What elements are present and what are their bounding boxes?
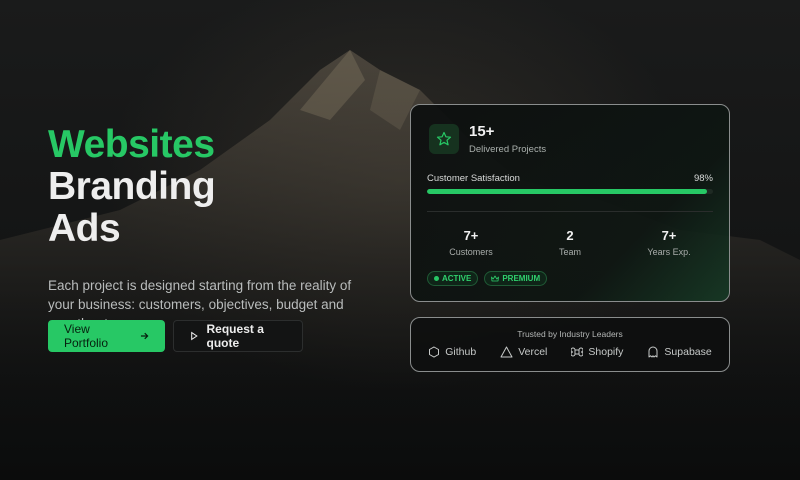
logo-label: Shopify	[588, 346, 624, 358]
hero-headline: Websites Branding Ads	[48, 124, 388, 250]
stat-years: 7+ Years Exp.	[629, 228, 709, 257]
triangle-icon	[500, 346, 513, 358]
logo-label: Vercel	[518, 346, 548, 358]
hexagon-icon	[429, 346, 440, 358]
command-icon	[571, 347, 584, 357]
view-portfolio-button[interactable]: View Portfolio	[48, 320, 165, 352]
satisfaction-row: Customer Satisfaction 98%	[427, 173, 713, 184]
stat-team: 2 Team	[530, 228, 610, 257]
hero-section: Websites Branding Ads Each project is de…	[48, 124, 388, 333]
play-icon	[191, 331, 198, 341]
request-quote-label: Request a quote	[206, 322, 264, 350]
stat-value: 7+	[463, 228, 479, 243]
satisfaction-bar-fill	[427, 189, 708, 194]
projects-label: Delivered Projects	[469, 144, 547, 155]
logo-label: Supabase	[664, 346, 712, 358]
request-quote-button[interactable]: Request a quote	[173, 320, 303, 352]
satisfaction-bar	[427, 189, 713, 194]
view-portfolio-label: View Portfolio	[64, 322, 109, 350]
stat-label: Customers	[449, 247, 493, 257]
stat-label: Team	[558, 247, 581, 257]
cta-group: View Portfolio Request a quote	[48, 320, 303, 352]
premium-badge: PREMIUM	[484, 271, 548, 286]
star-badge	[429, 124, 459, 154]
premium-badge-label: PREMIUM	[502, 274, 541, 283]
satisfaction-label: Customer Satisfaction	[427, 173, 520, 184]
stat-label: Years Exp.	[647, 247, 691, 257]
active-badge-label: ACTIVE	[442, 274, 472, 283]
ghost-icon	[648, 346, 658, 358]
dot-icon	[434, 276, 439, 281]
card-divider	[427, 211, 713, 212]
trusted-by-title: Trusted by Industry Leaders	[517, 329, 623, 339]
partner-logos: Github Vercel Shopify Supabase	[411, 346, 729, 358]
stats-row: 7+ Customers 2 Team 7+ Years Exp.	[427, 228, 713, 257]
arrow-right-icon	[140, 332, 148, 340]
status-badges: ACTIVE PREMIUM	[427, 271, 548, 286]
stat-customers: 7+ Customers	[431, 228, 511, 257]
crown-icon	[491, 275, 500, 282]
stat-value: 7+	[661, 228, 677, 243]
projects-summary: 15+ Delivered Projects	[429, 123, 546, 155]
projects-count: 15+	[469, 123, 495, 140]
logo-vercel: Vercel	[500, 346, 547, 358]
headline-ads: Ads	[48, 207, 121, 250]
stat-value: 2	[566, 228, 574, 243]
satisfaction-value: 98%	[693, 173, 713, 184]
logo-shopify: Shopify	[571, 346, 623, 358]
stats-card: 15+ Delivered Projects Customer Satisfac…	[410, 104, 730, 302]
logo-github: Github	[428, 346, 476, 358]
headline-branding: Branding	[48, 165, 216, 208]
logo-label: Github	[445, 346, 477, 358]
active-badge: ACTIVE	[427, 271, 479, 286]
trusted-by-card: Trusted by Industry Leaders Github Verce…	[410, 317, 730, 372]
logo-supabase: Supabase	[647, 346, 712, 358]
headline-websites: Websites	[48, 123, 215, 166]
star-icon	[436, 131, 452, 146]
